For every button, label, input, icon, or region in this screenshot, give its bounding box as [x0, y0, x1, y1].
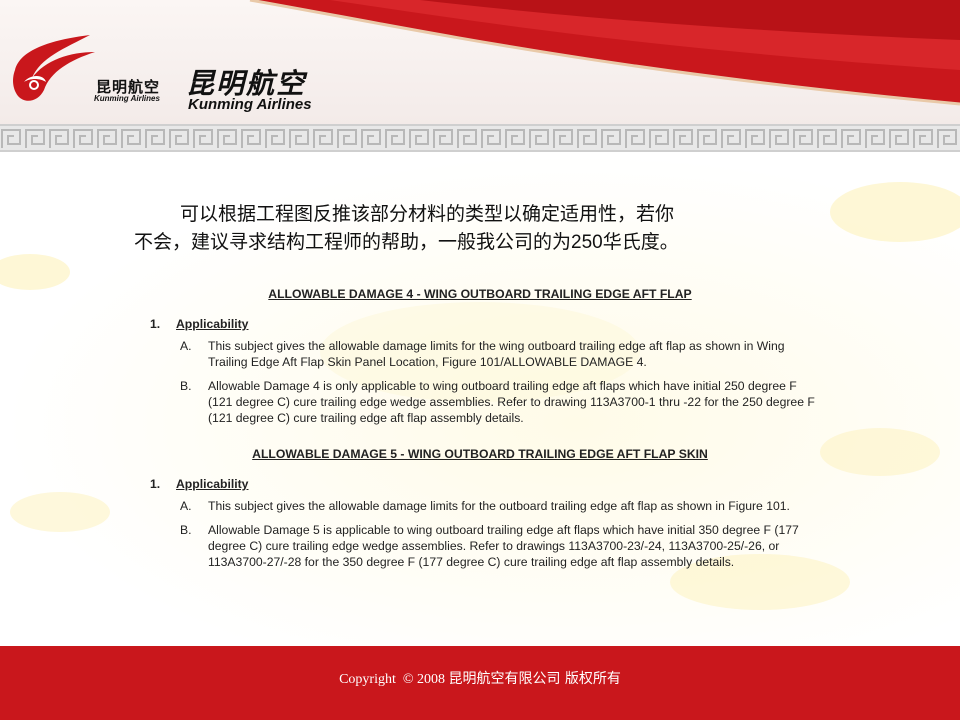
intro-temperature: 250 — [571, 232, 603, 253]
intro-paragraph: 可以根据工程图反推该部分材料的类型以确定适用性，若你 不会，建议寻求结构工程师的… — [134, 200, 824, 257]
heading-label: Applicability — [176, 477, 249, 491]
heading-label: Applicability — [176, 317, 249, 331]
list-item: B. Allowable Damage 4 is only applicable … — [180, 378, 820, 426]
heading-number: 1. — [150, 477, 161, 491]
intro-line-1: 可以根据工程图反推该部分材料的类型以确定适用性，若你 — [180, 203, 675, 225]
item-letter: A. — [180, 499, 192, 513]
item-text: This subject gives the allowable damage … — [208, 339, 785, 369]
applicability-heading: 1. Applicability — [150, 316, 820, 332]
header-swoosh-decoration — [249, 0, 960, 106]
slide-footer: Copyright © 2008 昆明航空有限公司 版权所有 — [0, 646, 960, 720]
fret-pattern-band — [0, 124, 960, 152]
slide-header: 昆明航空 Kunming Airlines 昆明航空 Kunming Airli… — [0, 0, 960, 160]
copyright-notice: Copyright © 2008 昆明航空有限公司 版权所有 — [0, 668, 960, 688]
heading-number: 1. — [150, 317, 161, 331]
copyright-prefix: Copyright © 2008 — [339, 672, 449, 687]
list-item: B. Allowable Damage 5 is applicable to wi… — [180, 522, 820, 570]
logo-english-name: Kunming Airlines — [188, 96, 312, 113]
list-item: A. This subject gives the allowable damag… — [180, 498, 820, 514]
phoenix-logo-icon — [13, 35, 96, 101]
item-letter: B. — [180, 523, 192, 537]
slide-body: 可以根据工程图反推该部分材料的类型以确定适用性，若你 不会，建议寻求结构工程师的… — [0, 152, 960, 646]
item-letter: B. — [180, 379, 192, 393]
section-title-damage-4: ALLOWABLE DAMAGE 4 - WING OUTBOARD TRAIL… — [268, 287, 692, 301]
item-text: This subject gives the allowable damage … — [208, 499, 790, 513]
item-letter: A. — [180, 339, 192, 353]
item-text: Allowable Damage 4 is only applicable to… — [208, 379, 815, 425]
copyright-company: 昆明航空有限公司 版权所有 — [448, 671, 621, 687]
section-title-damage-5: ALLOWABLE DAMAGE 5 - WING OUTBOARD TRAIL… — [252, 447, 708, 461]
intro-line-2: 不会，建议寻求结构工程师的帮助，一般我公司的为250华氏度。 — [134, 228, 824, 257]
intro-line-2-text: 不会，建议寻求结构工程师的帮助，一般我公司的为 — [134, 231, 572, 253]
logo-english-name-small: Kunming Airlines — [94, 94, 160, 103]
list-item: A. This subject gives the allowable damag… — [180, 338, 820, 370]
item-text: Allowable Damage 5 is applicable to wing… — [208, 523, 799, 569]
applicability-heading: 1. Applicability — [150, 476, 820, 492]
intro-line-2-suffix: 华氏度。 — [602, 231, 679, 253]
manual-excerpt: ALLOWABLE DAMAGE 4 - WING OUTBOARD TRAIL… — [140, 286, 820, 578]
